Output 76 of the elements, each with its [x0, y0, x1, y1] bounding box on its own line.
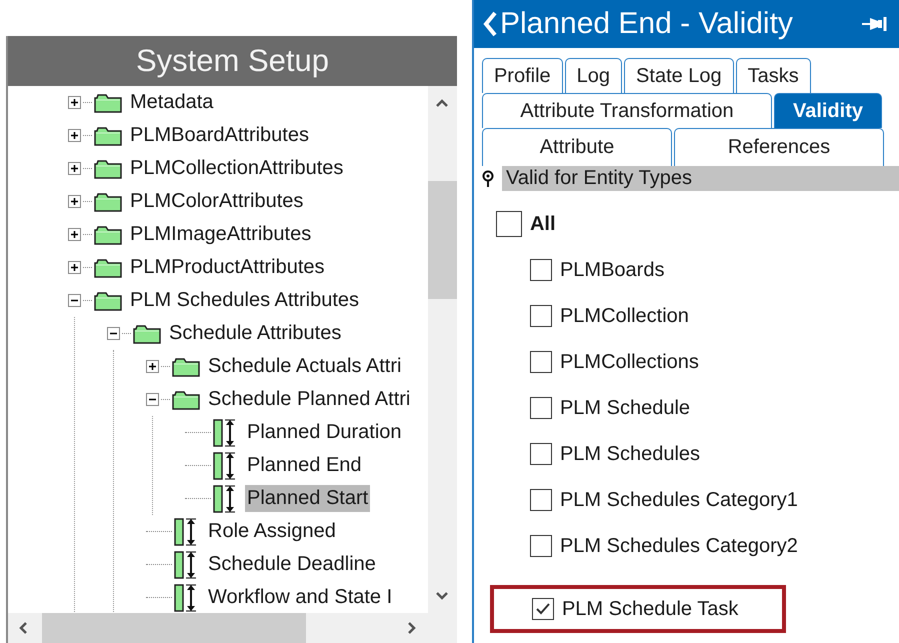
section-header: Valid for Entity Types — [502, 166, 899, 191]
tree-item[interactable]: PLMColorAttributes — [128, 188, 306, 215]
checkbox[interactable] — [530, 489, 552, 511]
folder-icon — [172, 356, 200, 376]
checkbox-label: PLMCollection — [560, 304, 689, 328]
expand-icon[interactable] — [68, 129, 81, 142]
tab[interactable]: Tasks — [736, 58, 811, 93]
back-icon[interactable] — [482, 11, 498, 37]
expand-icon[interactable] — [68, 261, 81, 274]
tab[interactable]: References — [674, 128, 884, 166]
collapse-icon[interactable] — [146, 393, 159, 406]
checkbox-label: All — [530, 212, 556, 236]
checkbox[interactable] — [496, 211, 522, 237]
tree-item[interactable]: Planned Duration — [245, 419, 404, 446]
tree-item[interactable]: PLMBoardAttributes — [128, 122, 311, 149]
collapse-icon[interactable] — [68, 294, 81, 307]
tree-item[interactable]: PLMImageAttributes — [128, 221, 314, 248]
folder-icon — [133, 324, 161, 344]
scroll-down-icon[interactable] — [435, 591, 450, 601]
vertical-scrollbar[interactable] — [428, 86, 457, 613]
folder-icon — [94, 258, 122, 278]
pin-marker-icon — [482, 170, 494, 188]
checkbox[interactable] — [530, 535, 552, 557]
tree-item[interactable]: Schedule Planned Attri — [206, 386, 412, 413]
scroll-thumb[interactable] — [428, 180, 457, 298]
tab[interactable]: State Log — [624, 58, 734, 93]
checkbox-label: PLM Schedules Category2 — [560, 534, 798, 558]
scroll-left-icon[interactable] — [18, 621, 28, 635]
tree-item[interactable]: Role Assigned — [206, 518, 338, 545]
checkbox[interactable] — [530, 397, 552, 419]
tab[interactable]: Validity — [774, 93, 882, 128]
panel-title: Planned End - Validity — [500, 7, 794, 41]
expand-icon[interactable] — [68, 228, 81, 241]
checkbox[interactable] — [530, 351, 552, 373]
folder-icon — [94, 92, 122, 112]
checkbox-label: PLM Schedule Task — [562, 598, 738, 620]
checkbox-label: PLMBoards — [560, 258, 664, 282]
checkbox[interactable] — [532, 598, 554, 620]
scroll-thumb[interactable] — [42, 613, 306, 643]
tree-item[interactable]: Workflow and State I — [206, 584, 394, 611]
tree-item[interactable]: Schedule Deadline — [206, 551, 378, 578]
tree-item[interactable]: Planned Start — [245, 485, 370, 512]
tree-item[interactable]: PLMProductAttributes — [128, 254, 327, 281]
checkbox-label: PLM Schedules Category1 — [560, 488, 798, 512]
checkbox[interactable] — [530, 305, 552, 327]
expand-icon[interactable] — [68, 162, 81, 175]
pin-icon[interactable] — [861, 15, 889, 33]
folder-icon — [94, 224, 122, 244]
tree-item[interactable]: PLM Schedules Attributes — [128, 287, 362, 314]
checkbox[interactable] — [530, 259, 552, 281]
tree-item[interactable]: PLMCollectionAttributes — [128, 155, 346, 182]
collapse-icon[interactable] — [107, 327, 120, 340]
expand-icon[interactable] — [146, 360, 159, 373]
folder-icon — [94, 192, 122, 212]
checkbox-label: PLM Schedule — [560, 396, 690, 420]
folder-icon — [94, 158, 122, 178]
tree-item[interactable]: Planned End — [245, 452, 364, 479]
scroll-up-icon[interactable] — [435, 98, 450, 108]
tab[interactable]: Profile — [482, 58, 563, 93]
folder-icon — [94, 290, 122, 310]
tab[interactable]: Log — [564, 58, 622, 93]
folder-icon — [172, 390, 200, 410]
tree-item[interactable]: Metadata — [128, 89, 216, 116]
tab[interactable]: Attribute — [482, 128, 672, 166]
tab[interactable]: Attribute Transformation — [482, 93, 772, 128]
expand-icon[interactable] — [68, 195, 81, 208]
checkbox-label: PLM Schedules — [560, 442, 700, 466]
folder-icon — [94, 126, 122, 146]
horizontal-scrollbar[interactable] — [8, 613, 457, 643]
expand-icon[interactable] — [68, 96, 81, 109]
checkbox-label: PLMCollections — [560, 350, 699, 374]
tree-item[interactable]: Schedule Attributes — [167, 320, 344, 347]
checkbox[interactable] — [530, 443, 552, 465]
scroll-right-icon[interactable] — [406, 621, 417, 635]
tree-item[interactable]: Schedule Actuals Attri — [206, 353, 404, 380]
panel-title: System Setup — [8, 36, 457, 86]
